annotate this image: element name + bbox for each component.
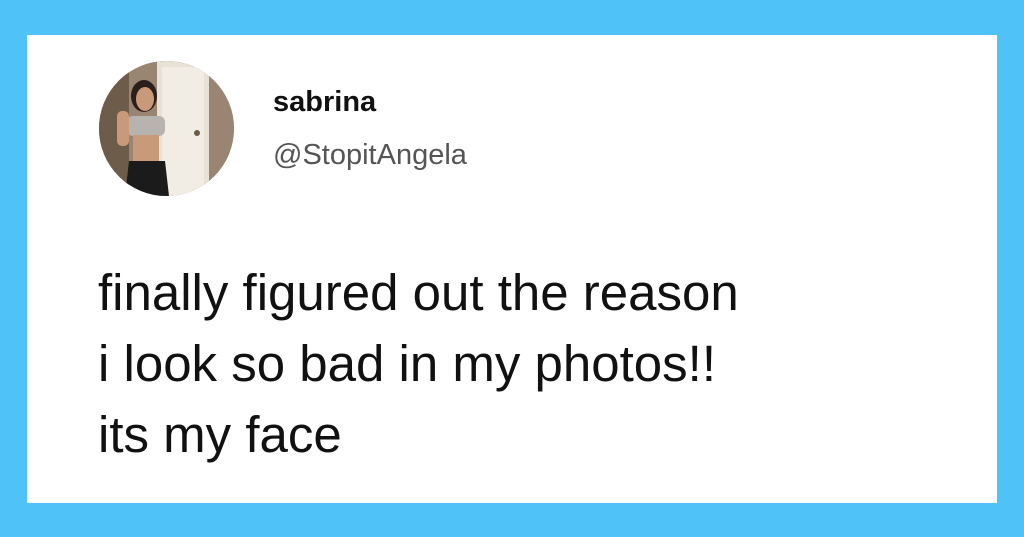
display-name[interactable]: sabrina: [273, 85, 376, 119]
profile-photo-image: [99, 61, 234, 196]
tweet-text-line-3: its my face: [98, 406, 342, 463]
avatar[interactable]: [99, 61, 234, 196]
tweet-text-line-1: finally figured out the reason: [98, 264, 739, 321]
user-handle[interactable]: @StopitAngela: [273, 138, 467, 172]
tweet-card: sabrina @StopitAngela finally figured ou…: [27, 35, 997, 503]
tweet-text: finally figured out the reason i look so…: [98, 257, 978, 470]
tweet-text-line-2: i look so bad in my photos!!: [98, 335, 717, 392]
